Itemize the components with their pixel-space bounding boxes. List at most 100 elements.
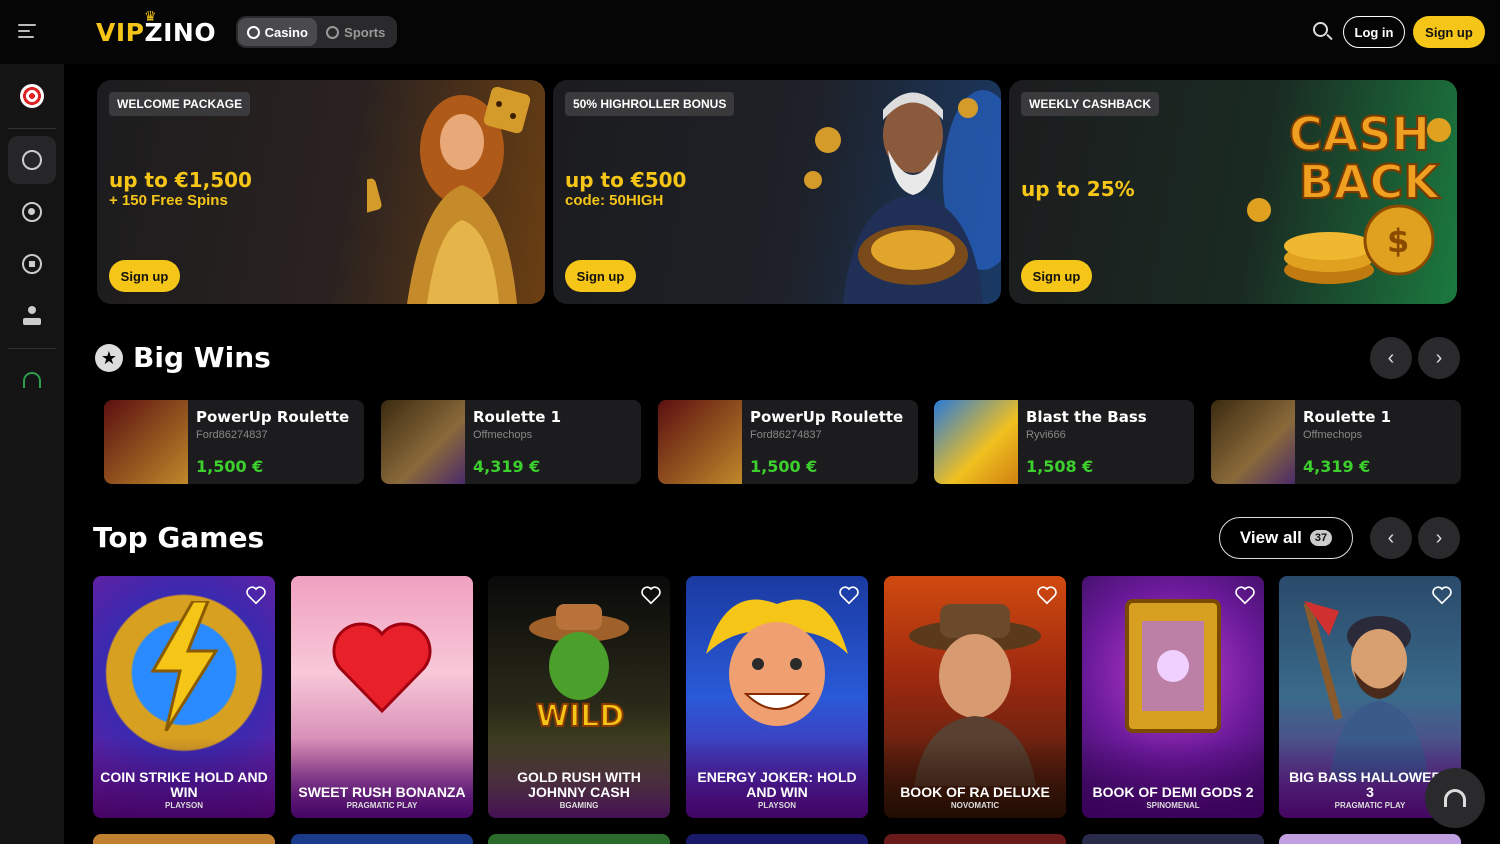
big-win-card[interactable]: PowerUp Roulette Ford86274837 1,500 € (658, 400, 918, 484)
heart-icon[interactable] (245, 584, 267, 606)
star-icon: ★ (95, 344, 123, 372)
big-wins-prev-button[interactable]: ‹ (1370, 337, 1412, 379)
heart-icon[interactable] (838, 584, 860, 606)
sidebar-item-casino[interactable] (8, 136, 56, 184)
chevron-left-icon: ‹ (1387, 526, 1395, 549)
promo-signup-button[interactable]: Sign up (565, 260, 636, 292)
heart-candy-icon (332, 622, 432, 714)
soccer-ball-icon (326, 25, 340, 39)
big-win-card[interactable]: Blast the Bass Ryvi666 1,508 € (934, 400, 1194, 484)
promo-amount: up to €1,500 (109, 168, 252, 192)
sidebar-item-games[interactable] (8, 292, 56, 340)
heart-icon[interactable] (640, 584, 662, 606)
golden-book-icon (1125, 599, 1221, 733)
lightning-bolt-icon (150, 601, 219, 731)
big-win-card[interactable]: PowerUp Roulette Ford86274837 1,500 € (104, 400, 364, 484)
live-broadcast-icon (22, 202, 42, 222)
sidebar-divider (8, 348, 56, 349)
game-provider: SPINOMENAL (1146, 801, 1200, 810)
game-card-partial[interactable] (291, 834, 473, 844)
sailor-with-coins-illustration (804, 90, 1001, 304)
chevron-left-icon: ‹ (1387, 346, 1395, 369)
game-title: GOLD RUSH WITH JOHNNY CASH (517, 769, 641, 800)
casino-chip-icon (22, 150, 42, 170)
game-card[interactable]: BOOK OF RA DELUXE NOVOMATIC (884, 576, 1066, 818)
win-game-name: Roulette 1 (473, 408, 562, 426)
game-card[interactable]: WILD GOLD RUSH WITH JOHNNY CASH BGAMING (488, 576, 670, 818)
big-win-card[interactable]: Roulette 1 Offmechops 4,319 € (1211, 400, 1461, 484)
sidebar-item-promotions[interactable] (8, 72, 56, 120)
win-username: Offmechops (473, 429, 533, 441)
promo-tag: 50% HIGHROLLER BONUS (565, 92, 735, 116)
sidebar-item-sports[interactable] (8, 240, 56, 288)
win-amount: 1,508 € (1026, 457, 1094, 476)
heart-icon[interactable] (1234, 584, 1256, 606)
top-games-next-button[interactable]: › (1418, 517, 1460, 559)
win-game-name: PowerUp Roulette (750, 408, 904, 426)
game-card[interactable]: COIN STRIKE HOLD AND WIN PLAYSON (93, 576, 275, 818)
soccer-ball-icon (22, 254, 42, 274)
hamburger-menu-icon[interactable] (18, 20, 44, 44)
heart-icon[interactable] (1431, 584, 1453, 606)
sidebar-divider (8, 128, 56, 129)
big-wins-next-button[interactable]: › (1418, 337, 1460, 379)
game-title: ENERGY JOKER: HOLD AND WIN (697, 769, 857, 800)
game-thumbnail (658, 400, 742, 484)
casino-chip-icon (246, 25, 260, 39)
win-game-name: Blast the Bass (1026, 408, 1147, 426)
login-button[interactable]: Log in (1343, 16, 1405, 48)
sidebar-item-live[interactable] (8, 188, 56, 236)
game-card-partial[interactable] (488, 834, 670, 844)
promo-signup-button[interactable]: Sign up (109, 260, 180, 292)
game-title: COIN STRIKE HOLD AND WIN (100, 769, 268, 800)
promo-tag: WEEKLY CASHBACK (1021, 92, 1160, 116)
game-card-partial[interactable] (1082, 834, 1264, 844)
tab-casino[interactable]: Casino (238, 18, 317, 46)
game-card[interactable]: SWEET RUSH BONANZA PRAGMATIC PLAY (291, 576, 473, 818)
game-provider: PLAYSON (758, 801, 796, 810)
headset-icon (1444, 789, 1466, 807)
promo-signup-button[interactable]: Sign up (1021, 260, 1092, 292)
search-icon[interactable] (1311, 20, 1335, 44)
game-title: SWEET RUSH BONANZA (298, 784, 466, 800)
promo-amount: up to 25% (1021, 177, 1135, 201)
game-card[interactable]: BOOK OF DEMI GODS 2 SPINOMENAL (1082, 576, 1264, 818)
chevron-right-icon: › (1435, 526, 1443, 549)
game-card-partial[interactable] (93, 834, 275, 844)
promo-card-welcome[interactable]: WELCOME PACKAGE up to €1,500 + 150 Free … (97, 80, 545, 304)
top-games-prev-button[interactable]: ‹ (1370, 517, 1412, 559)
big-wins-title: Big Wins (133, 341, 271, 374)
win-username: Offmechops (1303, 429, 1363, 441)
win-amount: 1,500 € (196, 457, 264, 476)
sidebar-item-support[interactable] (8, 356, 56, 404)
game-card-partial[interactable] (686, 834, 868, 844)
game-card-partial[interactable] (1279, 834, 1461, 844)
win-game-name: Roulette 1 (1303, 408, 1392, 426)
left-sidebar (0, 64, 64, 844)
casino-sports-switch: Casino Sports (236, 16, 397, 48)
view-all-button[interactable]: View all 37 (1219, 517, 1353, 559)
game-card[interactable]: ENERGY JOKER: HOLD AND WIN PLAYSON (686, 576, 868, 818)
vipzino-logo[interactable]: ♛ VIPZINO (96, 9, 216, 47)
game-title: BOOK OF RA DELUXE (900, 784, 1050, 800)
win-amount: 1,500 € (750, 457, 818, 476)
top-header: ♛ VIPZINO Casino Sports Log in Sign up (0, 0, 1500, 64)
promo-card-highroller[interactable]: 50% HIGHROLLER BONUS up to €500 code: 50… (553, 80, 1001, 304)
tab-sports[interactable]: Sports (317, 18, 396, 46)
golden-woman-illustration (367, 86, 531, 304)
support-chat-button[interactable] (1425, 768, 1485, 828)
win-amount: 4,319 € (1303, 457, 1371, 476)
signup-button[interactable]: Sign up (1413, 16, 1485, 48)
promo-subtext: + 150 Free Spins (109, 192, 228, 209)
big-win-card[interactable]: Roulette 1 Offmechops 4,319 € (381, 400, 641, 484)
win-username: Ford86274837 (196, 429, 268, 441)
game-thumbnail (104, 400, 188, 484)
heart-icon[interactable] (1036, 584, 1058, 606)
game-provider: PLAYSON (165, 801, 203, 810)
game-card-partial[interactable] (884, 834, 1066, 844)
game-title: BOOK OF DEMI GODS 2 (1092, 784, 1254, 800)
win-username: Ford86274837 (750, 429, 822, 441)
promo-subtext: code: 50HIGH (565, 192, 664, 209)
promo-card-cashback[interactable]: CASH BACK $ WEEKLY CASHBACK up to 25% Si… (1009, 80, 1457, 304)
promo-amount: up to €500 (565, 168, 687, 192)
